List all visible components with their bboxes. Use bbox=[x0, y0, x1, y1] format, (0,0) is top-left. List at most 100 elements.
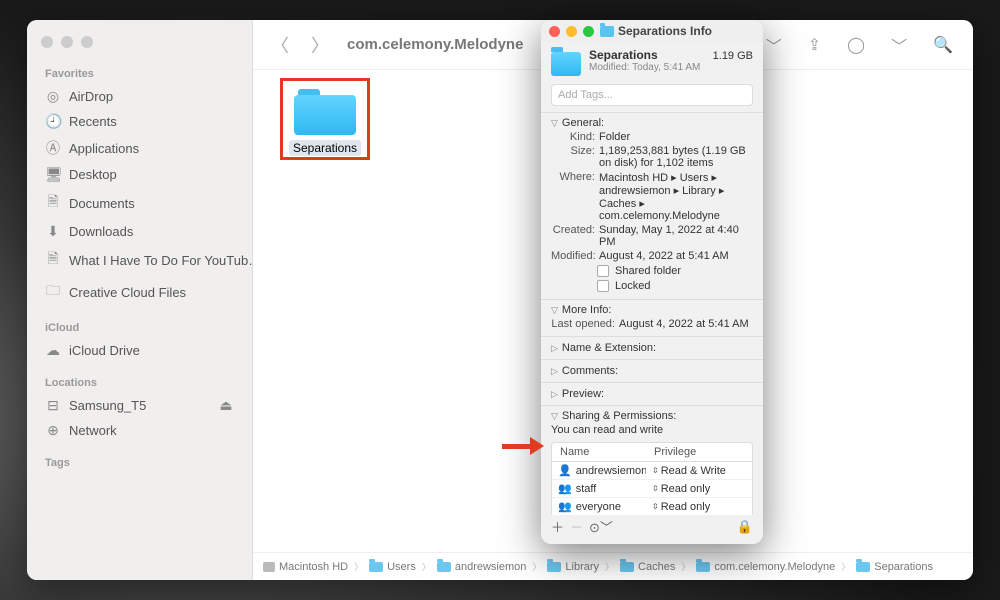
path-item[interactable]: andrewsiemon bbox=[455, 561, 527, 573]
info-titlebar[interactable]: Separations Info bbox=[541, 20, 763, 42]
checkbox-icon bbox=[597, 280, 609, 292]
applications-icon: Ⓐ bbox=[45, 138, 61, 158]
document-icon: 🗎 bbox=[45, 248, 61, 272]
tags-input[interactable]: Add Tags... bbox=[551, 84, 753, 106]
sidebar-item-ccfiles[interactable]: 🗀Creative Cloud Files bbox=[27, 277, 252, 307]
info-modified: Modified: Today, 5:41 AM bbox=[589, 62, 753, 73]
eject-icon[interactable]: ⏏ bbox=[218, 397, 234, 414]
sharing-text: You can read and write bbox=[551, 422, 753, 442]
path-item[interactable]: Separations bbox=[874, 561, 933, 573]
sidebar-label: iCloud Drive bbox=[69, 343, 140, 358]
remove-button[interactable]: － bbox=[570, 517, 583, 536]
downloads-icon: ⬇ bbox=[45, 223, 61, 240]
path-item[interactable]: Library bbox=[565, 561, 599, 573]
path-item[interactable]: Users bbox=[387, 561, 416, 573]
perm-priv: Read & Write bbox=[661, 465, 726, 477]
path-bar[interactable]: Macintosh HD〉 Users〉 andrewsiemon〉 Libra… bbox=[253, 552, 973, 580]
section-label: Sharing & Permissions: bbox=[562, 410, 676, 422]
checkbox-icon bbox=[597, 265, 609, 277]
where-label: Where: bbox=[551, 171, 599, 222]
sidebar-label: Samsung_T5 bbox=[69, 398, 146, 413]
tag-icon[interactable]: ◯ bbox=[841, 31, 871, 59]
perm-user: everyone bbox=[576, 501, 621, 513]
path-item[interactable]: Macintosh HD bbox=[279, 561, 348, 573]
sidebar-item-documents[interactable]: 🗎Documents bbox=[27, 188, 252, 218]
action-menu[interactable]: ⊙﹀ bbox=[589, 517, 613, 536]
share-icon[interactable]: ⇪ bbox=[802, 31, 827, 59]
sidebar-label: AirDrop bbox=[69, 89, 113, 104]
minimize-dot[interactable] bbox=[61, 36, 73, 48]
path-item[interactable]: com.celemony.Melodyne bbox=[714, 561, 835, 573]
folder-item-separations[interactable]: Separations bbox=[280, 78, 370, 160]
shared-folder-checkbox[interactable]: Shared folder bbox=[597, 265, 753, 277]
sidebar-label: Desktop bbox=[69, 167, 117, 182]
section-label: General: bbox=[562, 117, 604, 129]
disclosure-icon[interactable]: ▽ bbox=[551, 411, 558, 422]
disclosure-icon[interactable]: ▷ bbox=[551, 343, 558, 354]
folder-icon bbox=[547, 562, 561, 572]
sidebar-item-airdrop[interactable]: ◎AirDrop bbox=[27, 85, 252, 108]
sidebar-item-youtube[interactable]: 🗎What I Have To Do For YouTub… bbox=[27, 245, 252, 275]
folder-label: Separations bbox=[289, 140, 361, 156]
sidebar-item-desktop[interactable]: 🖥 Desktop bbox=[27, 163, 252, 186]
zoom-button[interactable] bbox=[583, 26, 594, 37]
folder-icon bbox=[437, 562, 451, 572]
more-icon[interactable]: ﹀ bbox=[885, 29, 913, 61]
disclosure-icon[interactable]: ▷ bbox=[551, 366, 558, 377]
sidebar-label: Documents bbox=[69, 196, 135, 211]
sidebar-item-samsung[interactable]: ⊟ Samsung_T5 ⏏ bbox=[27, 394, 252, 417]
info-title: Separations Info bbox=[618, 24, 712, 38]
info-size: 1.19 GB bbox=[713, 50, 753, 62]
highlight-annotation: Separations bbox=[280, 78, 370, 160]
window-controls[interactable] bbox=[27, 28, 252, 64]
updown-icon[interactable]: ⇳ bbox=[652, 466, 659, 475]
section-label: Name & Extension: bbox=[562, 342, 656, 354]
sidebar-item-recents[interactable]: 🕘Recents bbox=[27, 110, 252, 133]
close-button[interactable] bbox=[549, 26, 560, 37]
updown-icon[interactable]: ⇳ bbox=[652, 502, 659, 511]
lastopened-value: August 4, 2022 at 5:41 AM bbox=[619, 318, 753, 330]
back-button[interactable]: 〈 bbox=[267, 28, 293, 62]
lock-icon[interactable]: 🔒 bbox=[737, 519, 753, 535]
minimize-button[interactable] bbox=[566, 26, 577, 37]
info-header: Separations 1.19 GB Modified: Today, 5:4… bbox=[541, 42, 763, 84]
desktop-icon: 🖥 bbox=[45, 166, 61, 183]
path-item[interactable]: Caches bbox=[638, 561, 675, 573]
drive-icon: ⊟ bbox=[45, 397, 61, 414]
forward-button[interactable]: 〉 bbox=[307, 28, 333, 62]
modified-label: Modified: bbox=[551, 250, 599, 262]
section-label: More Info: bbox=[562, 304, 612, 316]
perm-row[interactable]: 👤andrewsiemon…⇳Read & Write bbox=[552, 462, 752, 480]
sidebar-item-iclouddrive[interactable]: ☁ iCloud Drive bbox=[27, 339, 252, 362]
permissions-table: NamePrivilege 👤andrewsiemon…⇳Read & Writ… bbox=[551, 442, 753, 515]
zoom-dot[interactable] bbox=[81, 36, 93, 48]
search-icon[interactable]: 🔍 bbox=[927, 31, 959, 59]
locked-checkbox[interactable]: Locked bbox=[597, 280, 753, 292]
favorites-label: Favorites bbox=[27, 64, 252, 84]
created-label: Created: bbox=[551, 224, 599, 248]
section-label: Preview: bbox=[562, 388, 604, 400]
sidebar: Favorites ◎AirDrop 🕘Recents ⒶApplication… bbox=[27, 20, 253, 580]
perm-priv: Read only bbox=[661, 483, 711, 495]
size-label: Size: bbox=[551, 145, 599, 169]
folder-icon: 🗀 bbox=[45, 280, 61, 304]
disclosure-icon[interactable]: ▽ bbox=[551, 118, 558, 129]
add-button[interactable]: ＋ bbox=[551, 517, 564, 536]
sidebar-item-network[interactable]: ⊕Network bbox=[27, 419, 252, 442]
kind-label: Kind: bbox=[551, 131, 599, 143]
info-name: Separations bbox=[589, 48, 658, 62]
col-priv: Privilege bbox=[646, 443, 704, 461]
close-dot[interactable] bbox=[41, 36, 53, 48]
cloud-icon: ☁ bbox=[45, 342, 61, 359]
disclosure-icon[interactable]: ▷ bbox=[551, 389, 558, 400]
sidebar-item-downloads[interactable]: ⬇Downloads bbox=[27, 220, 252, 243]
folder-icon bbox=[696, 562, 710, 572]
perm-row[interactable]: 👥staff⇳Read only bbox=[552, 480, 752, 498]
perm-row[interactable]: 👥everyone⇳Read only bbox=[552, 498, 752, 515]
disclosure-icon[interactable]: ▽ bbox=[551, 305, 558, 316]
updown-icon[interactable]: ⇳ bbox=[652, 484, 659, 493]
where-value: Macintosh HD ▸ Users ▸ andrewsiemon ▸ Li… bbox=[599, 171, 753, 222]
folder-icon bbox=[856, 562, 870, 572]
section-label: Comments: bbox=[562, 365, 618, 377]
sidebar-item-applications[interactable]: ⒶApplications bbox=[27, 135, 252, 161]
